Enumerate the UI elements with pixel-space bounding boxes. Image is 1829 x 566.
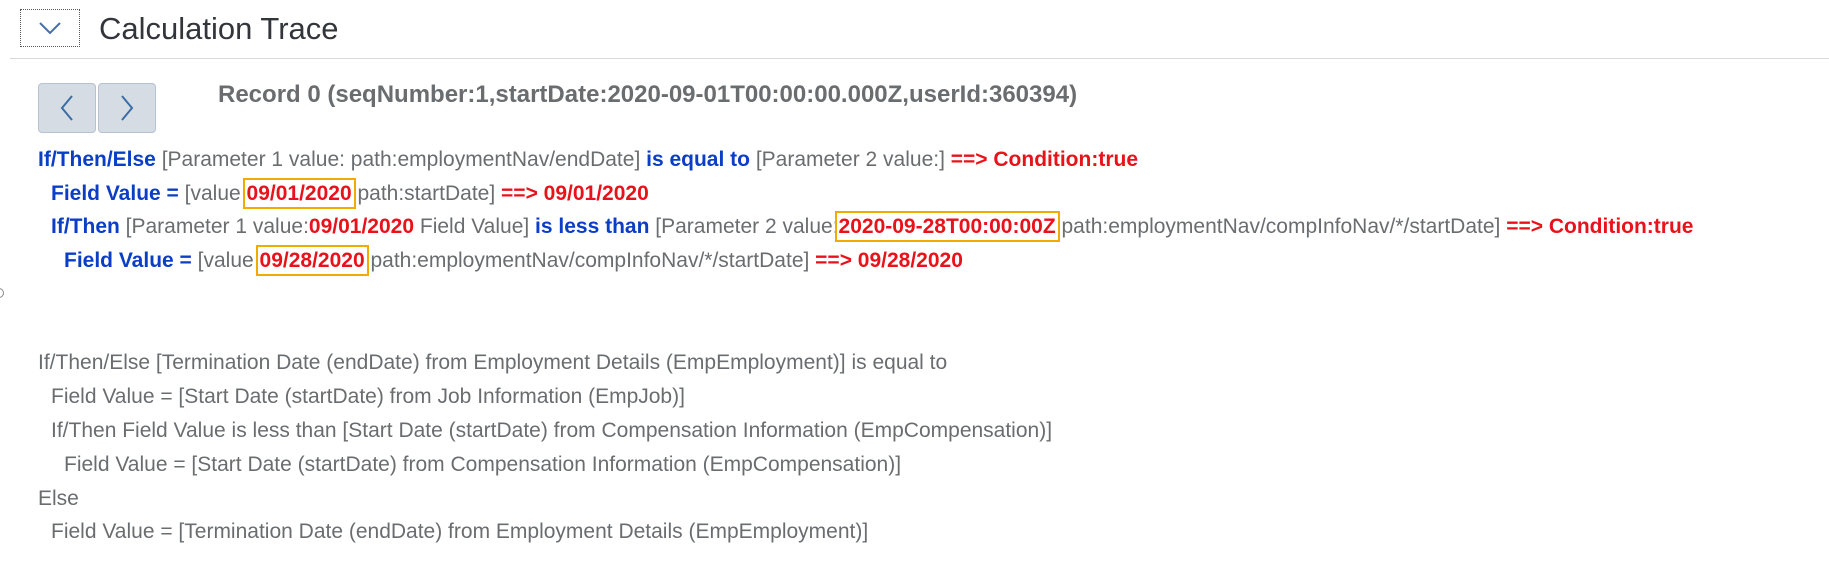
trace-keyword: If/Then/Else xyxy=(38,148,156,171)
record-title: Record 0 (seqNumber:1,startDate:2020-09-… xyxy=(218,81,1078,108)
trace-param: [Parameter 2 value: xyxy=(649,215,839,238)
side-handle xyxy=(0,288,4,298)
trace-operator: is equal to xyxy=(646,148,750,171)
trace-param: [Parameter 1 value: path:employmentNav/e… xyxy=(155,148,647,171)
trace-line-1: If/Then/Else [Parameter 1 value: path:em… xyxy=(38,146,1138,174)
trace-result: ==> 09/28/2020 xyxy=(815,249,963,272)
chevron-down-icon xyxy=(39,22,61,35)
trace-param: path:employmentNav/compInfoNav/*/startDa… xyxy=(364,249,816,272)
trace-keyword: Field Value = xyxy=(64,249,198,272)
previous-record-button[interactable] xyxy=(38,83,96,133)
expression-line: Field Value = [Termination Date (endDate… xyxy=(51,520,869,543)
expression-line: If/Then/Else [Termination Date (endDate)… xyxy=(38,351,948,374)
highlighted-value: 09/28/2020 xyxy=(255,245,369,276)
expression-line: Field Value = [Start Date (startDate) fr… xyxy=(64,453,902,476)
trace-param: [value xyxy=(184,182,247,205)
expression-line: Else xyxy=(38,487,79,510)
collapse-toggle-button[interactable] xyxy=(20,9,80,47)
section-title: Calculation Trace xyxy=(99,11,339,46)
chevron-right-icon xyxy=(121,95,134,121)
record-navigation xyxy=(38,83,156,133)
expression-line: Field Value = [Start Date (startDate) fr… xyxy=(51,385,685,408)
trace-param: path:startDate] xyxy=(351,182,502,205)
trace-line-4: Field Value = [value 09/28/2020 path:emp… xyxy=(64,245,963,276)
expression-line: If/Then Field Value is less than [Start … xyxy=(51,419,1053,442)
trace-operator: is less than xyxy=(535,215,650,238)
highlighted-value: 2020-09-28T00:00:00Z xyxy=(834,211,1060,242)
trace-keyword: If/Then xyxy=(51,215,120,238)
next-record-button[interactable] xyxy=(98,83,156,133)
highlighted-value: 09/01/2020 xyxy=(242,178,356,209)
trace-value: 09/01/2020 xyxy=(308,215,415,238)
trace-result: ==> Condition:true xyxy=(950,148,1139,171)
trace-param: Field Value] xyxy=(414,215,536,238)
trace-line-3: If/Then [Parameter 1 value:09/01/2020 Fi… xyxy=(51,211,1694,242)
chevron-left-icon xyxy=(60,95,73,121)
trace-param: [Parameter 2 value:] xyxy=(749,148,951,171)
trace-result: ==> 09/01/2020 xyxy=(501,182,649,205)
trace-param: [value xyxy=(197,249,260,272)
trace-param: [Parameter 1 value: xyxy=(119,215,309,238)
trace-line-2: Field Value = [value 09/01/2020 path:sta… xyxy=(51,178,649,209)
trace-param: path:employmentNav/compInfoNav/*/startDa… xyxy=(1055,215,1507,238)
trace-keyword: Field Value = xyxy=(51,182,185,205)
trace-result: ==> Condition:true xyxy=(1506,215,1694,238)
section-header: Calculation Trace xyxy=(10,0,1829,59)
